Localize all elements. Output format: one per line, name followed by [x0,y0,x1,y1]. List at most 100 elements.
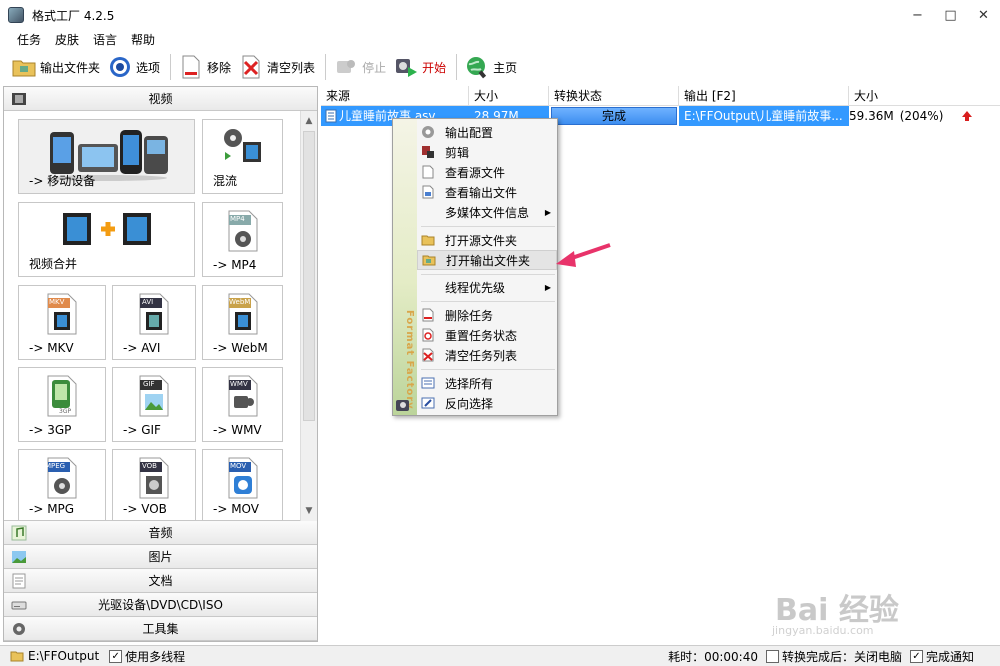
tile-avi[interactable]: AVI -> AVI [112,285,196,360]
status-bar: E:\FFOutput ✓ 使用多线程 耗时：00:00:40 转换完成后：关闭… [0,645,1000,666]
tile-mix[interactable]: 混流 [202,119,283,194]
scroll-thumb[interactable] [303,131,315,421]
disc-drive-icon [11,601,27,610]
menu-help[interactable]: 帮助 [131,31,155,48]
start-icon [394,55,418,79]
menu-task[interactable]: 任务 [17,31,41,48]
home-label: 主页 [493,60,518,75]
ctx-delete-task[interactable]: 删除任务 [417,305,557,325]
ctx-media-info[interactable]: 多媒体文件信息 ▶ [417,202,557,222]
remove-doc-icon [179,55,203,79]
menu-skin[interactable]: 皮肤 [55,31,79,48]
ctx-thread-priority[interactable]: 线程优先级 ▶ [417,277,557,297]
ctx-open-output-folder[interactable]: 打开输出文件夹 [417,250,557,270]
tile-video-merge[interactable]: 视频合并 [18,202,195,277]
delete-task-icon [421,308,435,322]
ctx-view-source[interactable]: 查看源文件 [417,162,557,182]
output-file-icon [421,185,435,199]
col-size[interactable]: 大小 [469,86,549,106]
tile-webm-label: -> WebM [213,341,268,355]
start-button[interactable]: 开始 [394,52,446,82]
tile-avi-label: -> AVI [123,341,161,355]
tile-3gp[interactable]: 3GP -> 3GP [18,367,106,442]
ctx-clear-task-list[interactable]: 清空任务列表 [417,345,557,365]
toolbar-separator [456,54,458,80]
ctx-select-all[interactable]: 选择所有 [417,373,557,393]
remove-button[interactable]: 移除 [179,52,231,82]
clear-tasks-icon [421,348,435,362]
menu-language[interactable]: 语言 [93,31,117,48]
scroll-up-arrow-icon[interactable]: ▲ [301,113,317,129]
notify-checkbox[interactable]: ✓ [909,649,923,663]
home-globe-icon [465,55,489,79]
ctx-reset-task-label: 重置任务状态 [445,328,518,343]
col-output[interactable]: 输出 [F2] [679,86,849,106]
category-document[interactable]: 文档 [4,569,317,593]
after-done-label: 转换完成后：关闭电脑 [781,649,902,664]
file-icon [325,109,337,123]
ctx-view-output[interactable]: 查看输出文件 [417,182,557,202]
category-video[interactable]: 视频 [4,87,317,111]
category-panel: 视频 -> 移动设备 混流 视频合并 MP4 -> MP4 MKV -> MKV… [3,86,318,642]
scroll-down-arrow-icon[interactable]: ▼ [301,503,317,519]
toolbox-icon [13,623,25,635]
tile-mobile-device[interactable]: -> 移动设备 [18,119,195,194]
invert-selection-icon [421,396,435,410]
after-done-checkbox[interactable] [765,649,779,663]
row-output: E:\FFOutput\儿童睡前故事... [679,106,849,126]
clear-list-button[interactable]: 清空列表 [239,52,315,82]
tile-vob[interactable]: VOB -> VOB [112,449,196,521]
tile-gif[interactable]: GIF -> GIF [112,367,196,442]
output-folder-button[interactable]: 输出文件夹 [12,52,100,82]
menu-bar: 任务 皮肤 语言 帮助 [0,30,1000,48]
options-button[interactable]: 选项 [108,52,160,82]
category-disc-label: 光驱设备\DVD\CD\ISO [98,598,223,612]
col-output-size[interactable]: 大小 [849,86,1000,106]
folder-icon [12,55,36,79]
close-button[interactable]: ✕ [967,0,1000,30]
ctx-view-source-label: 查看源文件 [445,165,506,180]
tile-mkv[interactable]: MKV -> MKV [18,285,106,360]
tile-mp4[interactable]: MP4 -> MP4 [202,202,283,277]
status-output-path[interactable]: E:\FFOutput [28,649,99,663]
clip-icon [421,145,435,159]
toolbar-separator [170,54,172,80]
annotation-arrow-icon [556,243,611,267]
notify-label: 完成通知 [925,649,974,664]
col-status[interactable]: 转换状态 [549,86,679,106]
grid-scrollbar[interactable]: ▲ ▼ [300,111,317,521]
multithread-checkbox[interactable]: ✓ [109,649,123,663]
context-menu: Format Factory 输出配置 剪辑 查看源文件 查看输出文件 多媒体文… [392,118,558,416]
category-tools[interactable]: 工具集 [4,617,317,641]
status-progress-bar: 完成 [551,107,677,125]
tile-webm[interactable]: WebM -> WebM [202,285,283,360]
category-disc[interactable]: 光驱设备\DVD\CD\ISO [4,593,317,617]
tile-wmv[interactable]: WMV -> WMV [202,367,283,442]
film-icon [12,93,26,105]
ctx-output-settings[interactable]: 输出配置 [417,122,557,142]
ctx-reset-task[interactable]: 重置任务状态 [417,325,557,345]
mkv-badge: MKV [49,298,65,306]
category-tools-label: 工具集 [142,622,179,636]
ctx-clip[interactable]: 剪辑 [417,142,557,162]
row-status: 完成 [601,109,626,123]
options-label: 选项 [136,60,161,75]
app-icon [8,7,24,23]
category-picture[interactable]: 图片 [4,545,317,569]
row-ratio: (204%) [899,109,944,123]
avi-file-icon [113,292,195,336]
maximize-button[interactable]: □ [934,0,967,30]
tile-mov[interactable]: MOV -> MOV [202,449,283,521]
document-icon [12,573,26,589]
home-button[interactable]: 主页 [465,52,517,82]
minimize-button[interactable]: − [901,0,934,30]
stop-button[interactable]: 停止 [334,52,386,82]
notify-check-mark: ✓ [912,650,921,662]
col-source[interactable]: 来源 [321,86,469,106]
category-document-label: 文档 [148,574,173,588]
ctx-invert-selection[interactable]: 反向选择 [417,393,557,413]
ctx-open-source-folder[interactable]: 打开源文件夹 [417,230,557,250]
tile-mpg[interactable]: MPEG -> MPG [18,449,106,521]
3gp-badge: 3GP [59,408,72,415]
category-audio[interactable]: 音频 [4,521,317,545]
